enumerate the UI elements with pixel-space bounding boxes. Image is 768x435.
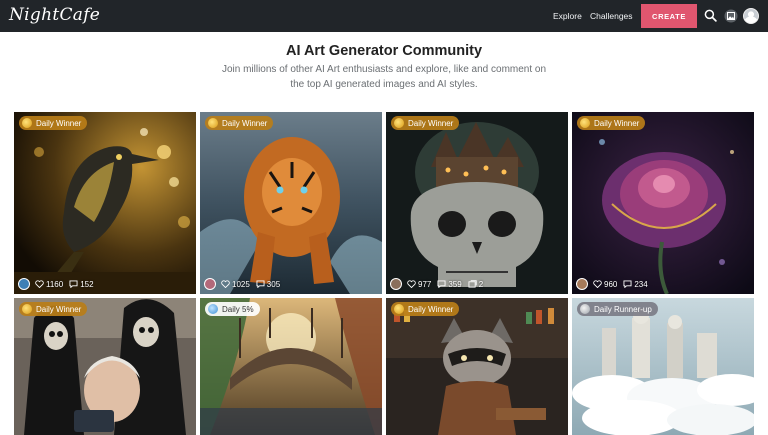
gallery-icon[interactable] xyxy=(724,9,738,28)
daily-winner-badge: Daily Winner xyxy=(391,116,460,130)
medal-icon xyxy=(394,118,404,128)
artwork-bird-image xyxy=(14,112,196,294)
daily-winner-badge: Daily Winner xyxy=(577,116,646,130)
creator-avatar[interactable] xyxy=(18,278,30,290)
create-button[interactable]: CREATE xyxy=(641,4,697,28)
user-avatar[interactable] xyxy=(743,8,759,24)
daily-winner-badge: Daily Winner xyxy=(205,116,274,130)
gallery-tile[interactable]: Daily Runner-up xyxy=(572,298,754,435)
likes-stat[interactable]: 1160 xyxy=(35,280,63,289)
medal-icon xyxy=(22,304,32,314)
heart-icon xyxy=(593,280,602,288)
gallery-tile[interactable]: Daily Winner 1025 305 xyxy=(200,112,382,294)
images-stat[interactable]: 2 xyxy=(468,280,483,289)
daily-runner-up-badge: Daily Runner-up xyxy=(577,302,658,316)
gallery-tile[interactable]: Daily Winner 960 234 xyxy=(572,112,754,294)
heart-icon xyxy=(221,280,230,288)
daily-5-percent-badge: Daily 5% xyxy=(205,302,260,316)
artwork-cloud-city-image xyxy=(572,298,754,435)
medal-icon xyxy=(208,304,218,314)
likes-stat[interactable]: 1025 xyxy=(221,280,250,289)
comment-icon xyxy=(623,280,632,288)
nav-challenges[interactable]: Challenges xyxy=(590,11,633,21)
heart-icon xyxy=(407,280,416,288)
artwork-skull-village-image xyxy=(386,112,568,294)
gallery-tile[interactable]: Daily Winner 977 359 2 xyxy=(386,112,568,294)
medal-icon xyxy=(208,118,218,128)
comments-stat[interactable]: 359 xyxy=(437,280,462,289)
heart-icon xyxy=(35,280,44,288)
artwork-tiger-image xyxy=(200,112,382,294)
likes-stat[interactable]: 977 xyxy=(407,280,431,289)
likes-stat[interactable]: 960 xyxy=(593,280,617,289)
creator-avatar[interactable] xyxy=(204,278,216,290)
tile-stats: 1025 305 xyxy=(204,278,286,290)
gallery-tile[interactable]: Daily Winner 1160 152 xyxy=(14,112,196,294)
page-title: AI Art Generator Community xyxy=(285,43,483,59)
artwork-raccoon-image xyxy=(386,298,568,435)
daily-winner-badge: Daily Winner xyxy=(19,116,88,130)
medal-icon xyxy=(394,304,404,314)
artwork-bridge-image xyxy=(200,298,382,435)
medal-icon xyxy=(22,118,32,128)
daily-winner-badge: Daily Winner xyxy=(391,302,460,316)
tile-stats: 1160 152 xyxy=(18,278,100,290)
comments-stat[interactable]: 234 xyxy=(623,280,648,289)
tile-stats: 977 359 2 xyxy=(390,278,489,290)
medal-icon xyxy=(580,118,590,128)
search-icon[interactable] xyxy=(704,9,717,27)
images-icon xyxy=(468,280,477,288)
medal-icon xyxy=(580,304,590,314)
creator-avatar[interactable] xyxy=(576,278,588,290)
comment-icon xyxy=(256,280,265,288)
artwork-rose-image xyxy=(572,112,754,294)
comment-icon xyxy=(69,280,78,288)
nightcafe-logo[interactable]: NightCafe xyxy=(9,5,100,25)
nav-explore[interactable]: Explore xyxy=(553,11,582,21)
creator-avatar[interactable] xyxy=(390,278,402,290)
tile-stats: 960 234 xyxy=(576,278,654,290)
gallery-tile[interactable]: Daily Winner xyxy=(386,298,568,435)
artwork-skeleton-selfie-image xyxy=(14,298,196,435)
comment-icon xyxy=(437,280,446,288)
page-description: Join millions of other AI Art enthusiast… xyxy=(221,64,547,90)
comments-stat[interactable]: 152 xyxy=(69,280,94,289)
gallery-tile[interactable]: Daily Winner xyxy=(14,298,196,435)
top-navbar: NightCafe Explore Challenges CREATE xyxy=(0,0,768,32)
daily-winner-badge: Daily Winner xyxy=(19,302,88,316)
comments-stat[interactable]: 305 xyxy=(256,280,280,289)
gallery-tile[interactable]: Daily 5% xyxy=(200,298,382,435)
